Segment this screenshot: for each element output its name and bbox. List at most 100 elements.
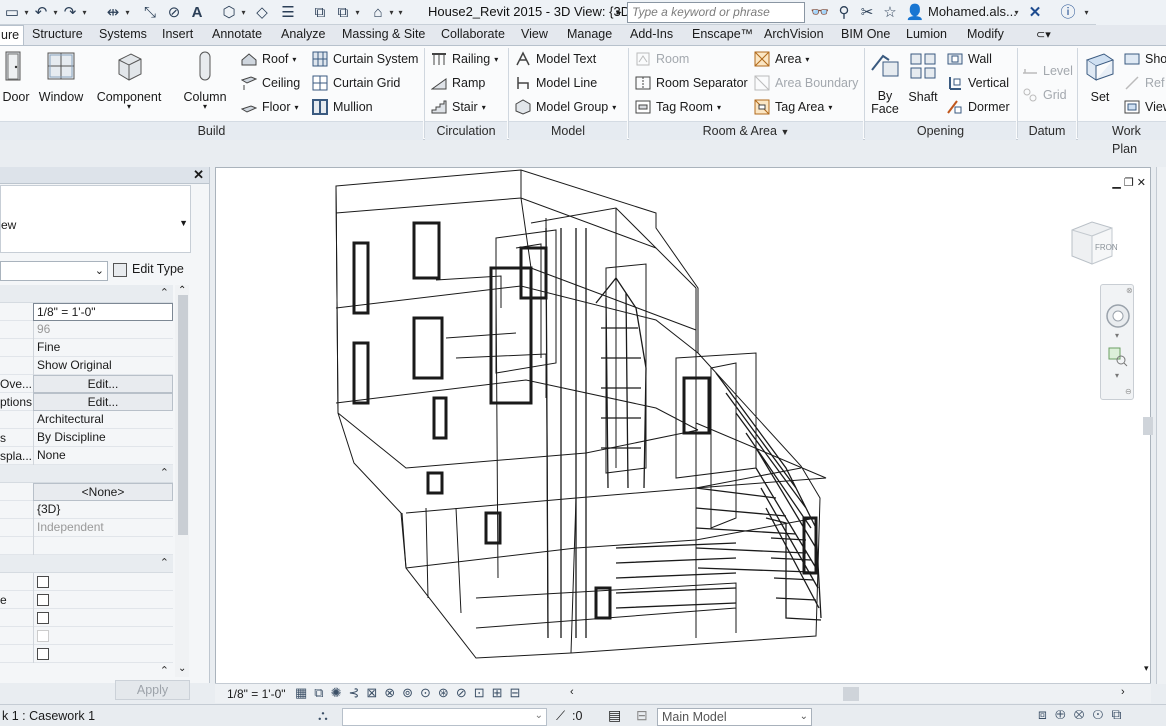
- selection-filter-icons[interactable]: ⧈⊕⊗⊙⧉: [1038, 706, 1129, 723]
- scroll-right-icon[interactable]: ›: [1121, 686, 1125, 698]
- open-dropdown-icon[interactable]: ▾: [22, 3, 31, 22]
- workset-selector[interactable]: ⌄: [342, 708, 547, 726]
- worksets-icon[interactable]: ⛬: [318, 707, 328, 724]
- roof-button[interactable]: Roof ▾: [241, 49, 296, 69]
- zoom-region-icon[interactable]: [1108, 347, 1128, 367]
- tag-room-button[interactable]: Tag Room ▾: [635, 97, 721, 117]
- text-icon[interactable]: A: [187, 3, 207, 22]
- tag-room-dropdown-icon[interactable]: ▾: [717, 103, 721, 112]
- search-expand-icon[interactable]: ▸: [613, 3, 625, 22]
- component-dropdown-icon[interactable]: ▾: [94, 103, 164, 111]
- build-panel-title[interactable]: Build: [0, 121, 423, 140]
- collapse-icon[interactable]: ⌃: [160, 466, 169, 479]
- restore-icon[interactable]: ❐: [1124, 177, 1134, 189]
- railing-dropdown-icon[interactable]: ▾: [494, 55, 498, 64]
- tab-manage[interactable]: Manage: [567, 27, 612, 41]
- discipline-field[interactable]: Architectural: [33, 411, 173, 429]
- area-dropdown-icon[interactable]: ▾: [805, 55, 809, 64]
- thin-lines-icon[interactable]: ☰: [278, 3, 298, 22]
- tag-area-dropdown-icon[interactable]: ▾: [828, 103, 832, 112]
- opening-panel-title[interactable]: Opening: [865, 121, 1016, 140]
- tab-enscape[interactable]: Enscape™: [692, 27, 753, 41]
- checkbox[interactable]: [37, 594, 49, 606]
- room-area-panel-title[interactable]: Room & Area ▼: [629, 121, 863, 140]
- nav-close-icon[interactable]: ⊗: [1126, 286, 1133, 295]
- viewer-button[interactable]: View: [1124, 97, 1166, 117]
- view-vertical-scroll-thumb[interactable]: [1143, 417, 1153, 435]
- column-dropdown-icon[interactable]: ▾: [180, 103, 230, 111]
- tab-add-ins[interactable]: Add-Ins: [630, 27, 673, 41]
- switch-windows-icon[interactable]: ⧉: [333, 3, 353, 22]
- mullion-button[interactable]: Mullion: [312, 97, 373, 117]
- minimize-icon[interactable]: ▁: [1112, 177, 1120, 189]
- place-tag-icon[interactable]: ⌂: [368, 3, 388, 22]
- crop-region-visible-field[interactable]: [33, 591, 173, 609]
- binoculars-icon[interactable]: 👓: [810, 3, 830, 22]
- identity-group-header[interactable]: ⌃: [0, 465, 173, 483]
- chevron-down-icon[interactable]: ⌄: [535, 710, 543, 721]
- help-icon[interactable]: ⓘ: [1058, 3, 1078, 22]
- view-template-button[interactable]: <None>: [33, 483, 173, 501]
- view-scale-field[interactable]: 1/8" = 1'-0": [33, 303, 173, 321]
- show-hidden-lines-field[interactable]: By Discipline: [33, 429, 173, 447]
- customize-qat-icon[interactable]: ▾: [396, 3, 405, 22]
- model-text-button[interactable]: Model Text: [515, 49, 596, 69]
- align-dropdown-icon[interactable]: ▾: [123, 3, 132, 22]
- apply-button[interactable]: Apply: [115, 680, 190, 700]
- grid-button[interactable]: Grid: [1022, 85, 1067, 105]
- checkbox[interactable]: [37, 648, 49, 660]
- close-view-icon[interactable]: ✕: [1137, 177, 1146, 189]
- scroll-left-icon[interactable]: ‹: [570, 686, 574, 698]
- property-value[interactable]: [33, 537, 173, 555]
- scroll-up-icon[interactable]: ⌃: [178, 285, 186, 296]
- chevron-down-icon[interactable]: ⌄: [95, 264, 104, 277]
- exchange-apps-icon[interactable]: ✕: [1025, 3, 1045, 22]
- zoom-dropdown-icon[interactable]: ▾: [1115, 371, 1119, 380]
- 3d-dropdown-icon[interactable]: ▾: [239, 3, 248, 22]
- search-input[interactable]: Type a keyword or phrase: [627, 2, 805, 23]
- component-button[interactable]: Component ▾: [94, 50, 164, 111]
- model-line-button[interactable]: Model Line: [515, 73, 597, 93]
- area-button[interactable]: Area ▾: [754, 49, 809, 69]
- 3d-view-canvas[interactable]: ▁ ❐ ✕ FRONT ⊗ ▾ ▾ ⊖: [215, 167, 1151, 684]
- roof-dropdown-icon[interactable]: ▾: [292, 55, 296, 64]
- stair-button[interactable]: Stair ▾: [431, 97, 486, 117]
- set-work-plane-button[interactable]: Set: [1082, 50, 1118, 104]
- 3d-view-icon[interactable]: ⬡: [219, 3, 239, 22]
- ramp-button[interactable]: Ramp: [431, 73, 485, 93]
- section-icon[interactable]: ◇: [252, 3, 272, 22]
- extents-group-header[interactable]: ⌃: [0, 555, 173, 573]
- tab-annotate[interactable]: Annotate: [212, 27, 262, 41]
- house-wireframe-model[interactable]: [316, 168, 956, 683]
- room-area-expand-icon[interactable]: ▼: [780, 127, 789, 137]
- dormer-button[interactable]: Dormer: [947, 97, 1010, 117]
- level-button[interactable]: Level: [1022, 61, 1073, 81]
- wheel-dropdown-icon[interactable]: ▾: [1115, 331, 1119, 340]
- undo-dropdown-icon[interactable]: ▾: [51, 3, 60, 22]
- far-clip-active-field[interactable]: [33, 627, 173, 645]
- nav-options-icon[interactable]: ⊖: [1125, 387, 1132, 396]
- communication-icon[interactable]: ✂: [857, 3, 877, 22]
- model-group-button[interactable]: Model Group ▾: [515, 97, 616, 117]
- visibility-overrides-edit-button[interactable]: Edit...: [33, 375, 173, 393]
- view-name-field[interactable]: {3D}: [33, 501, 173, 519]
- favorites-star-icon[interactable]: ☆: [880, 3, 900, 22]
- align-icon[interactable]: ⇹: [103, 3, 123, 22]
- circulation-panel-title[interactable]: Circulation: [425, 121, 507, 140]
- section-box-field[interactable]: [33, 645, 173, 663]
- ceiling-button[interactable]: Ceiling: [241, 73, 300, 93]
- close-hidden-icon[interactable]: ⧉: [310, 3, 330, 22]
- shaft-button[interactable]: Shaft: [904, 50, 942, 104]
- sun-path-display-field[interactable]: None: [33, 447, 173, 465]
- instance-selector[interactable]: ⌄: [0, 261, 108, 281]
- graphics-group-header[interactable]: ⌃: [0, 285, 173, 303]
- floor-button[interactable]: Floor ▾: [241, 97, 299, 117]
- work-plane-panel-title[interactable]: Work Plan: [1078, 121, 1166, 156]
- undo-icon[interactable]: ↶: [31, 3, 51, 22]
- tab-systems[interactable]: Systems: [99, 27, 147, 41]
- editing-requests-icon[interactable]: ⟋: [556, 708, 565, 724]
- tab-lumion[interactable]: Lumion: [906, 27, 947, 41]
- parts-visibility-field[interactable]: Show Original: [33, 357, 173, 375]
- window-button[interactable]: Window: [37, 50, 85, 104]
- tab-archvision[interactable]: ArchVision: [764, 27, 824, 41]
